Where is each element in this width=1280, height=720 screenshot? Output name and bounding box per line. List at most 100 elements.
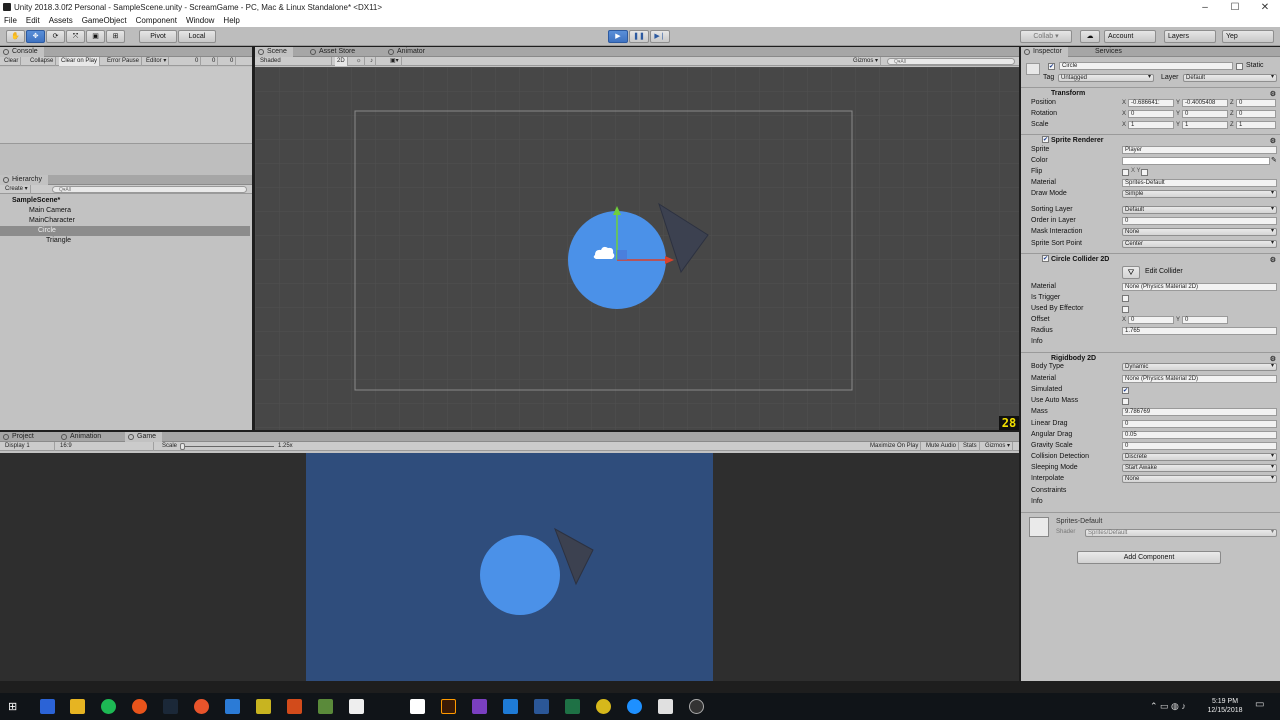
start-icon[interactable]: ⊞ bbox=[8, 701, 20, 713]
hierarchy-item-main-camera[interactable]: Main Camera bbox=[0, 206, 250, 216]
app-icon-6[interactable] bbox=[596, 699, 611, 714]
layers-dropdown[interactable]: Layers bbox=[1164, 30, 1216, 43]
notifications-icon[interactable]: ▭ bbox=[1255, 699, 1269, 713]
sprite-field[interactable]: Player bbox=[1122, 146, 1277, 154]
angular-drag-input[interactable]: 0.05 bbox=[1122, 431, 1277, 439]
tab-scene[interactable]: Scene bbox=[255, 47, 293, 57]
add-component-button[interactable]: Add Component bbox=[1077, 551, 1221, 564]
display-dropdown[interactable]: Display 1 bbox=[3, 442, 55, 451]
rect-tool-button[interactable]: ▣ bbox=[86, 30, 105, 43]
mass-input[interactable]: 9.786769 bbox=[1122, 408, 1277, 416]
scale-slider-thumb[interactable] bbox=[180, 443, 185, 450]
scale-slider-track[interactable] bbox=[182, 446, 274, 447]
body-type-dropdown[interactable]: Dynamic bbox=[1122, 363, 1277, 371]
scene-gizmos-dropdown[interactable]: Gizmos ▾ bbox=[851, 57, 882, 66]
constraints-foldout[interactable]: Constraints bbox=[1031, 487, 1066, 494]
clock[interactable]: 5:19 PM 12/15/2018 bbox=[1205, 697, 1245, 715]
move-tool-button[interactable]: ✥ bbox=[26, 30, 45, 43]
maximize-on-play-toggle[interactable]: Maximize On Play bbox=[868, 442, 922, 451]
step-button[interactable]: ▶❘ bbox=[650, 30, 670, 43]
is-trigger-checkbox[interactable] bbox=[1122, 295, 1129, 302]
static-checkbox[interactable] bbox=[1236, 63, 1243, 70]
excel-icon[interactable] bbox=[565, 699, 580, 714]
play-button[interactable]: ▶ bbox=[608, 30, 628, 43]
gameobject-active-checkbox[interactable]: ✔ bbox=[1048, 63, 1055, 70]
tab-animator[interactable]: Animator bbox=[385, 47, 431, 57]
tab-console[interactable]: Console bbox=[0, 47, 44, 57]
layout-dropdown[interactable]: Yep bbox=[1222, 30, 1274, 43]
scale-y-input[interactable]: 1 bbox=[1182, 121, 1228, 129]
app-icon-5[interactable] bbox=[349, 699, 364, 714]
app-icon-7[interactable] bbox=[689, 699, 704, 714]
2d-mode-toggle[interactable]: 2D bbox=[335, 57, 348, 66]
lighting-toggle-icon[interactable]: ☼ bbox=[354, 57, 365, 66]
illustrator-icon[interactable] bbox=[441, 699, 456, 714]
close-button[interactable]: ✕ bbox=[1250, 0, 1280, 15]
shading-mode-dropdown[interactable]: Shaded bbox=[258, 57, 332, 66]
tab-game[interactable]: Game bbox=[125, 432, 163, 442]
vscode-icon[interactable] bbox=[503, 699, 518, 714]
teamviewer-icon[interactable] bbox=[627, 699, 642, 714]
spotify-icon[interactable] bbox=[101, 699, 116, 714]
console-log-count[interactable]: 0 bbox=[193, 57, 202, 66]
hierarchy-create-button[interactable]: Create ▾ bbox=[3, 185, 31, 194]
offset-x-input[interactable]: 0 bbox=[1128, 316, 1174, 324]
tab-hierarchy[interactable]: Hierarchy bbox=[0, 175, 48, 185]
pivot-button[interactable]: Pivot bbox=[139, 30, 177, 43]
notepad-icon[interactable] bbox=[410, 699, 425, 714]
use-auto-mass-checkbox[interactable] bbox=[1122, 398, 1129, 405]
tab-inspector[interactable]: Inspector bbox=[1021, 47, 1068, 57]
material-field[interactable]: Sprites-Default bbox=[1122, 179, 1277, 187]
app-icon-4[interactable] bbox=[287, 699, 302, 714]
flip-x-checkbox[interactable] bbox=[1122, 169, 1129, 176]
hierarchy-item-scene[interactable]: SampleScene* bbox=[0, 196, 250, 206]
menu-window[interactable]: Window bbox=[182, 15, 219, 27]
sleeping-mode-dropdown[interactable]: Start Awake bbox=[1122, 464, 1277, 472]
menu-edit[interactable]: Edit bbox=[22, 15, 45, 27]
app-icon-3[interactable] bbox=[256, 699, 271, 714]
position-y-input[interactable]: -0.4005408 bbox=[1182, 99, 1228, 107]
game-canvas[interactable] bbox=[306, 453, 713, 681]
collision-detection-dropdown[interactable]: Discrete bbox=[1122, 453, 1277, 461]
scene-viewport[interactable]: 28 bbox=[255, 67, 1019, 430]
stats-toggle[interactable]: Stats bbox=[961, 442, 980, 451]
rotation-z-input[interactable]: 0 bbox=[1236, 110, 1276, 118]
hierarchy-search-input[interactable]: Q▾All bbox=[52, 186, 247, 193]
mask-interaction-dropdown[interactable]: None bbox=[1122, 228, 1277, 236]
linear-drag-input[interactable]: 0 bbox=[1122, 420, 1277, 428]
scale-x-input[interactable]: 1 bbox=[1128, 121, 1174, 129]
hierarchy-item-triangle[interactable]: Triangle bbox=[0, 236, 250, 246]
sprite-sort-point-dropdown[interactable]: Center bbox=[1122, 240, 1277, 248]
steam-icon[interactable] bbox=[163, 699, 178, 714]
transform-header[interactable]: Transform ⚙ bbox=[1021, 87, 1280, 98]
position-x-input[interactable]: -0.686641: bbox=[1128, 99, 1174, 107]
rigidbody-header[interactable]: Rigidbody 2D ⚙ bbox=[1021, 352, 1280, 363]
tab-animation[interactable]: Animation bbox=[58, 432, 107, 442]
collab-button[interactable]: Collab ▾ bbox=[1020, 30, 1072, 43]
mute-audio-toggle[interactable]: Mute Audio bbox=[924, 442, 960, 451]
rotate-tool-button[interactable]: ⟳ bbox=[46, 30, 65, 43]
hierarchy-item-circle[interactable]: Circle bbox=[0, 226, 250, 236]
console-editor-dropdown[interactable]: Editor ▾ bbox=[144, 57, 170, 66]
effects-dropdown-icon[interactable]: ▣▾ bbox=[388, 57, 402, 66]
gizmo-xy-plane[interactable] bbox=[617, 250, 627, 260]
menu-assets[interactable]: Assets bbox=[45, 15, 78, 27]
layer-dropdown[interactable]: Default bbox=[1183, 74, 1277, 82]
circle-collider-header[interactable]: Circle Collider 2D ⚙ bbox=[1021, 253, 1280, 264]
circle-collider-enabled-checkbox[interactable]: ✔ bbox=[1042, 255, 1049, 262]
tab-project[interactable]: Project bbox=[0, 432, 40, 442]
hand-tool-button[interactable]: ✋ bbox=[6, 30, 25, 43]
collider-material-field[interactable]: None (Physics Material 2D) bbox=[1122, 283, 1277, 291]
used-by-effector-checkbox[interactable] bbox=[1122, 306, 1129, 313]
word-icon[interactable] bbox=[534, 699, 549, 714]
local-button[interactable]: Local bbox=[178, 30, 216, 43]
scale-tool-button[interactable]: ⤧ bbox=[66, 30, 85, 43]
interpolate-dropdown[interactable]: None bbox=[1122, 475, 1277, 483]
shader-dropdown[interactable]: Sprites/Default bbox=[1085, 529, 1277, 537]
app-icon-1[interactable] bbox=[40, 699, 55, 714]
rb-material-field[interactable]: None (Physics Material 2D) bbox=[1122, 375, 1277, 383]
sprite-renderer-header[interactable]: Sprite Renderer ⚙ bbox=[1021, 134, 1280, 145]
collider-info-foldout[interactable]: Info bbox=[1031, 338, 1043, 345]
gravity-scale-input[interactable]: 0 bbox=[1122, 442, 1277, 450]
menu-gameobject[interactable]: GameObject bbox=[78, 15, 132, 27]
